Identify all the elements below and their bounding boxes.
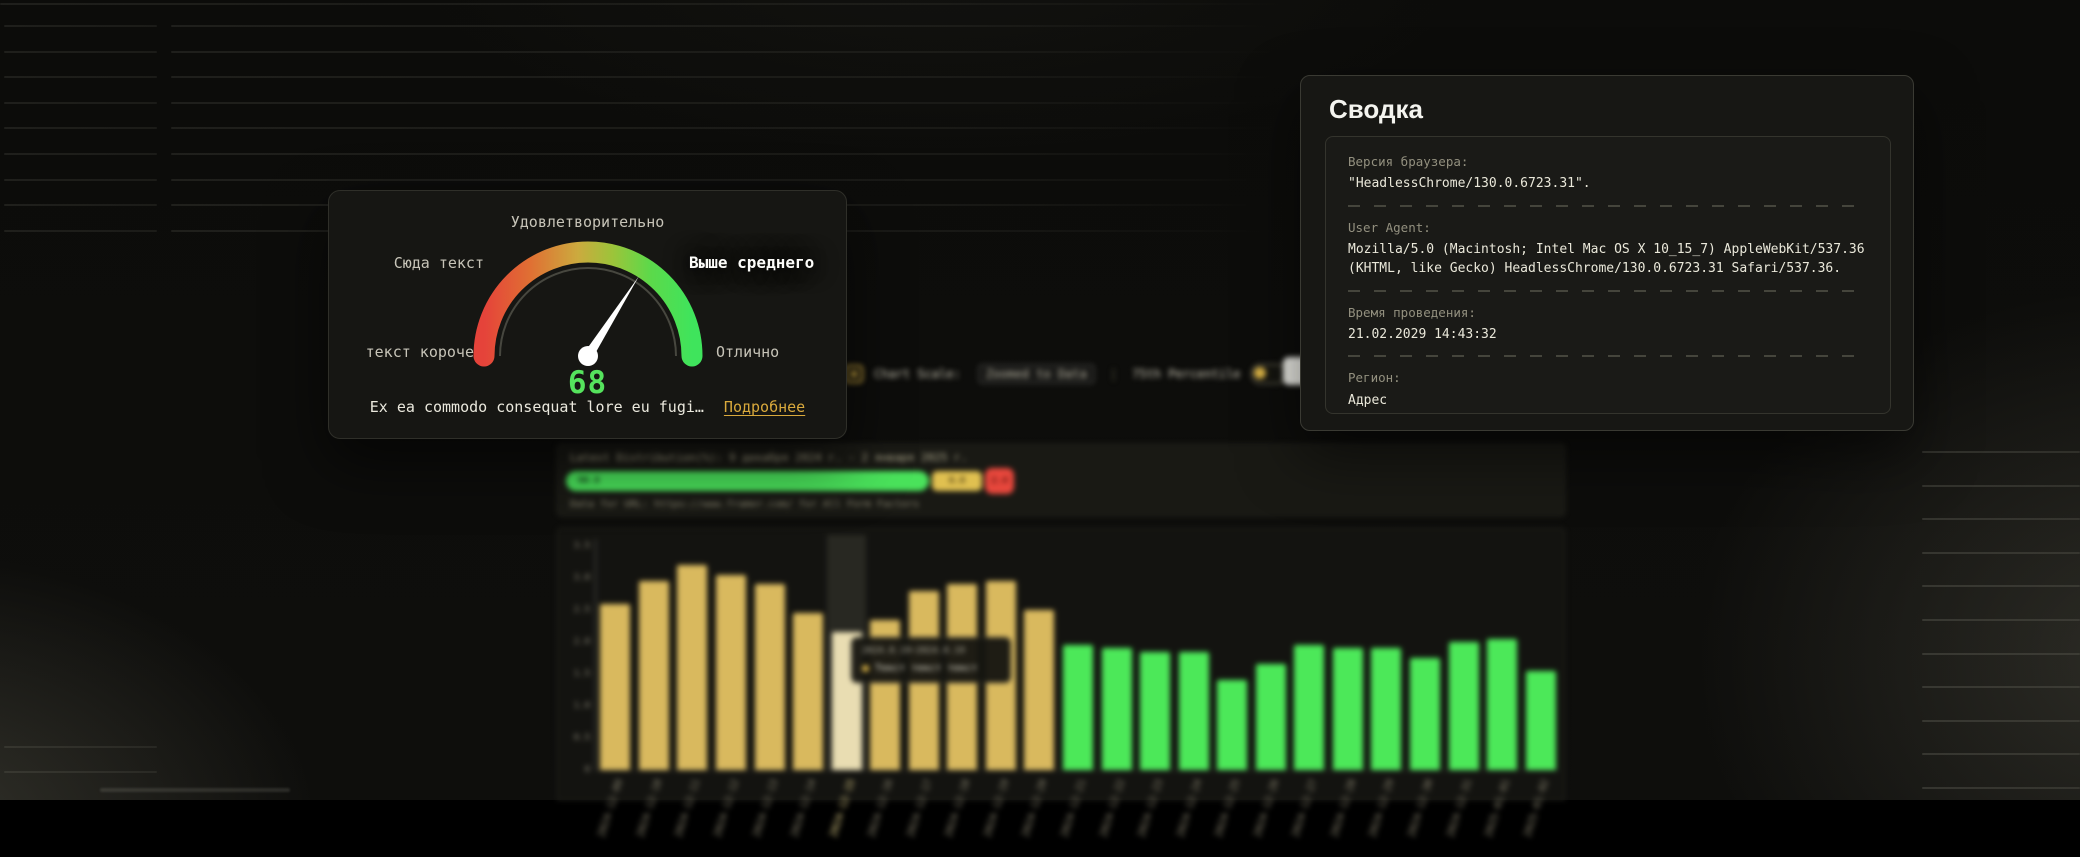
x-axis-tick-label: 2024-12-18 [938,778,973,857]
y-axis-tick-label: 2.5 [562,605,590,615]
y-axis-tick-label: 1.0 [562,701,590,711]
chart-bar[interactable] [1526,671,1556,770]
chart-bar[interactable] [1063,645,1093,770]
y-axis-tick-label: 0.5 [562,733,590,743]
distribution-footer: Data for URL: https://www.framer.com/ fo… [570,499,919,510]
controls-separator: | [1110,367,1117,381]
x-axis-tick-label: 2024-12-13 [745,778,780,857]
gauge-needle-hub [578,346,598,366]
x-axis-tick-label: 2024-12-22 [1092,778,1127,857]
bar-chart-panel: 3.53.02.52.01.51.00.502024-12-092024-12-… [557,528,1565,800]
y-axis-tick-label: 0 [562,765,590,775]
gauge-needle [584,276,639,359]
summary-title: Сводка [1329,94,1423,125]
dashed-separator [1348,290,1868,292]
summary-panel: Сводка Версия браузера: "HeadlessChrome/1… [1300,75,1914,431]
checkbox-mark-icon [851,371,857,377]
x-axis-tick-label: 2024-12-14 [783,778,818,857]
summary-row-value: "HeadlessChrome/130.0.6723.31". [1348,174,1868,194]
gauge-card: Удовлетворительно Сюда текст Выше средне… [328,190,847,439]
dashed-separator [1348,355,1868,357]
x-axis-tick-label: 2024-12-16 [860,778,895,857]
x-axis-tick-label: 2024-12-11 [668,778,703,857]
tooltip-date-range: 2024.8.19~2024.8.19 [862,646,1000,656]
x-axis-tick-label: 2024-12-25 [1208,778,1243,857]
chart-scale-checkbox[interactable] [845,365,863,383]
y-axis-tick-label: 1.5 [562,669,590,679]
chart-bar[interactable] [1140,652,1170,770]
x-axis-tick-label: 2024-12-23 [1130,778,1165,857]
chart-bar[interactable] [1487,639,1517,770]
chart-bar[interactable] [755,584,785,770]
chart-bar[interactable] [639,581,669,770]
distribution-segment: 6.8 [932,471,982,491]
x-axis-tick-label: 2024-12-09 [591,778,626,857]
summary-info-box: Версия браузера: "HeadlessChrome/130.0.67… [1325,136,1891,414]
dashed-separator [1348,205,1868,207]
chart-bar[interactable] [716,575,746,770]
summary-row-label: Версия браузера: [1348,153,1868,171]
percentile-label: 75th Percentile [1132,367,1240,381]
distribution-segment: 2.4 [985,468,1014,494]
chart-x-axis [595,770,1559,771]
x-axis-tick-label: 2024-12-30 [1400,778,1435,857]
x-axis-tick-label: 2024-12-20 [1015,778,1050,857]
details-link[interactable]: Подробнее [724,398,805,416]
distribution-segment: 90.8 [566,471,929,491]
x-axis-tick-label: 2024-12-31 [1439,778,1474,857]
x-axis-tick-label: 2024-12-19 [976,778,1011,857]
summary-row-label: Регион: [1348,369,1868,387]
x-axis-tick-label: 2024-12-28 [1323,778,1358,857]
summary-row-label: Время проведения: [1348,304,1868,322]
chart-bar[interactable] [1449,642,1479,770]
chart-bar[interactable] [677,565,707,770]
chart-scale-select[interactable]: Zoomed to Data [978,364,1095,384]
x-axis-tick-label: 2024-12-17 [899,778,934,857]
x-axis-tick-label: 2024-12-12 [706,778,741,857]
chart-tooltip: 2024.8.19~2024.8.19 Текст текст текст [851,637,1011,683]
x-axis-tick-label: 2025-01-02 [1516,778,1551,857]
gauge-value: 68 [329,365,846,401]
toggle-knob [1254,367,1266,379]
y-axis-tick-label: 2.0 [562,637,590,647]
chart-bar[interactable] [1102,648,1132,770]
chart-bar[interactable] [1371,648,1401,770]
x-axis-tick-label: 2024-12-15 [822,778,857,857]
x-axis-tick-label: 2025-01-01 [1477,778,1512,857]
summary-row-value: 21.02.2029 14:43:32 [1348,325,1868,345]
x-axis-tick-label: 2024-12-10 [629,778,664,857]
distribution-segment-value: 90.8 [578,476,600,486]
tooltip-text: Текст текст текст [875,663,977,674]
summary-row-value: Mozilla/5.0 (Macintosh; Intel Mac OS X 1… [1348,240,1868,279]
gauge-description: Ex ea commodo consequat lore eu fugi… [370,398,704,416]
tooltip-series-dot-icon [862,665,869,672]
chart-bar[interactable] [1024,610,1054,770]
chart-bar[interactable] [600,604,630,770]
chart-bar[interactable] [1256,664,1286,770]
y-axis-tick-label: 3.0 [562,573,590,583]
x-axis-tick-label: 2024-12-27 [1285,778,1320,857]
summary-row-value: Адрес [1348,391,1868,411]
x-axis-tick-label: 2024-12-29 [1362,778,1397,857]
x-axis-tick-label: 2024-12-24 [1169,778,1204,857]
distribution-segment-value: 6.8 [949,476,965,486]
distribution-panel: Latest Distribution(%): 9 декабря 2024 г… [557,444,1565,516]
x-axis-tick-label: 2024-12-21 [1053,778,1088,857]
summary-row-label: User Agent: [1348,219,1868,237]
chart-scale-label: Chart Scale: [874,367,961,381]
chart-y-axis [595,539,596,770]
chart-bar[interactable] [1294,645,1324,770]
chart-bar[interactable] [1333,648,1363,770]
chart-bar[interactable] [793,613,823,770]
chart-bar[interactable] [1410,658,1440,770]
distribution-header: Latest Distribution(%): 9 декабря 2024 г… [570,451,967,464]
y-axis-tick-label: 3.5 [562,541,590,551]
distribution-stacked-bar: 90.8 6.8 2.4 [566,467,1014,495]
x-axis-tick-label: 2024-12-26 [1246,778,1281,857]
chart-bar[interactable] [1217,680,1247,770]
distribution-segment-value: 2.4 [991,476,1007,486]
chart-bar[interactable] [1179,652,1209,770]
